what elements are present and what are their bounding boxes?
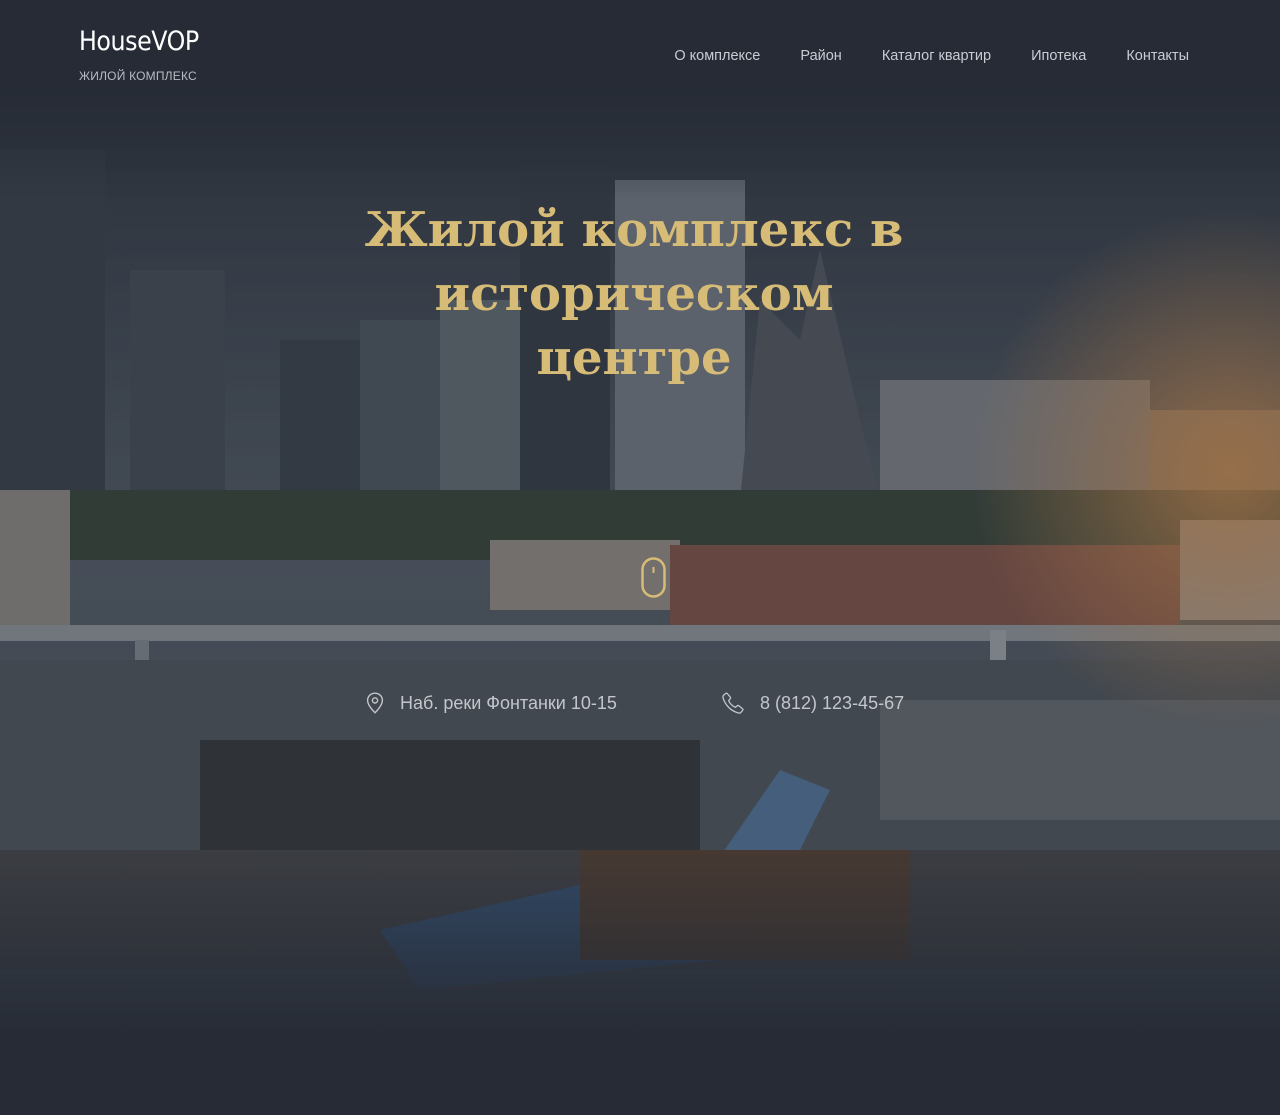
logo-name: HouseVOP	[79, 26, 199, 57]
nav-item-mortgage[interactable]: Ипотека	[1031, 46, 1086, 66]
nav-item-contacts[interactable]: Контакты	[1126, 46, 1189, 66]
logo-subtitle: ЖИЛОЙ КОМПЛЕКС	[79, 69, 197, 83]
bottom-gradient-overlay	[0, 850, 1280, 1115]
phone-icon	[722, 692, 744, 714]
hero-title-line: Жилой комплекс в	[364, 202, 904, 258]
hero-section: HouseVOP ЖИЛОЙ КОМПЛЕКС О комплексе Райо…	[0, 0, 1280, 1115]
nav-item-district[interactable]: Район	[800, 46, 841, 66]
site-header: HouseVOP ЖИЛОЙ КОМПЛЕКС О комплексе Райо…	[0, 0, 1280, 110]
main-nav: О комплексе Район Каталог квартир Ипотек…	[674, 46, 1189, 66]
location-pin-icon	[366, 692, 384, 714]
address-block: Наб. реки Фонтанки 10-15	[366, 690, 617, 716]
nav-item-catalog[interactable]: Каталог квартир	[882, 46, 991, 66]
address-text: Наб. реки Фонтанки 10-15	[400, 692, 617, 713]
hero-title: Жилой комплекс в историческом центре	[340, 198, 928, 390]
nav-item-about[interactable]: О комплексе	[674, 46, 760, 66]
hero-title-line: историческом	[434, 266, 834, 322]
phone-block[interactable]: 8 (812) 123-45-67	[722, 690, 904, 716]
mouse-icon[interactable]	[641, 557, 666, 598]
hero-title-line: центре	[536, 330, 732, 386]
logo[interactable]: HouseVOP ЖИЛОЙ КОМПЛЕКС	[79, 26, 215, 84]
phone-text[interactable]: 8 (812) 123-45-67	[760, 693, 904, 714]
